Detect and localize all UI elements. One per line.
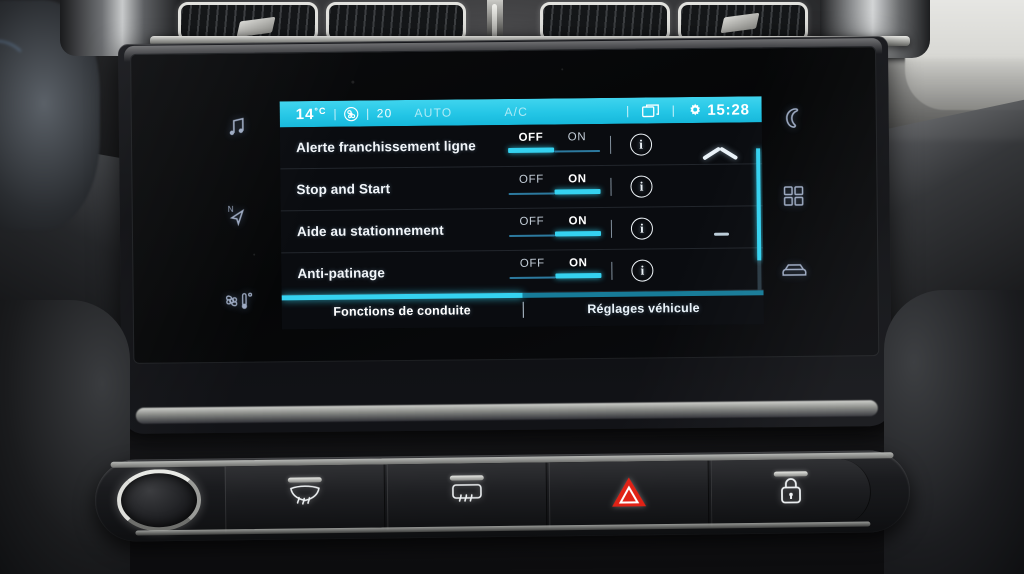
option-on-bar [554, 230, 602, 237]
vent-blade [720, 12, 760, 34]
option-on-label: ON [568, 215, 588, 228]
vent-blade [236, 16, 276, 38]
option-on-label: ON [568, 173, 587, 186]
glass-speck [351, 80, 355, 84]
option-off[interactable]: OFF [508, 131, 555, 153]
info-icon[interactable]: i [629, 133, 653, 156]
chevron-up-icon[interactable] [703, 157, 737, 174]
option-off-bar [508, 192, 555, 195]
apps-grid-icon[interactable] [781, 183, 805, 212]
status-separator: | [366, 106, 370, 121]
tab-vehicle-settings[interactable]: Réglages véhicule [523, 300, 764, 317]
console-side-right [884, 290, 1024, 574]
ac-label[interactable]: A/C [504, 105, 528, 119]
option-off-label: OFF [519, 215, 545, 228]
row-divider [610, 177, 612, 196]
option-on[interactable]: ON [554, 173, 601, 195]
option-on[interactable]: ON [554, 131, 601, 153]
gear-icon[interactable] [687, 102, 702, 117]
svg-text:N: N [228, 204, 234, 213]
toggle-lane-departure[interactable]: OFF ON [508, 131, 601, 153]
infotainment-head-unit: N 14°C | | 20 AUTO A/C | | 15:28 Alerte … [117, 35, 893, 435]
row-divider [610, 219, 613, 238]
fan-icon[interactable] [344, 106, 359, 121]
option-on-bar [555, 272, 602, 279]
status-separator: | [333, 106, 338, 121]
toggle-stop-and-start[interactable]: OFF ON [508, 173, 601, 195]
rotary-volume-knob[interactable] [116, 468, 202, 532]
option-off-label: OFF [518, 173, 544, 186]
option-off-label: OFF [518, 131, 544, 144]
scroll-indicator-icon [713, 232, 729, 236]
toggle-traction-control[interactable]: OFF ON [509, 257, 602, 279]
front-defrost-button[interactable] [224, 464, 386, 533]
row-label: Aide au stationnement [296, 222, 444, 240]
status-separator: | [671, 103, 676, 118]
rear-defrost-icon [450, 481, 484, 512]
row-divider [609, 135, 612, 154]
option-off[interactable]: OFF [509, 257, 556, 279]
bottom-tab-bar: Fonctions de conduite Réglages véhicule [281, 290, 764, 330]
hardware-button-bank [94, 450, 911, 542]
head-unit-chrome-lip [135, 400, 878, 424]
temperature-display[interactable]: 14°C [280, 105, 327, 122]
row-label: Anti-patinage [297, 265, 386, 282]
right-icon-column [766, 106, 822, 287]
row-divider [611, 261, 613, 280]
tab-driving-functions[interactable]: Fonctions de conduite [282, 303, 523, 320]
settings-list: Alerte franchissement ligne OFF ON i Sto… [279, 122, 764, 317]
tab-separator [522, 301, 524, 318]
clock-display: 15:28 [707, 100, 750, 119]
row-label: Stop and Start [296, 181, 391, 198]
option-on-label: ON [567, 131, 587, 144]
option-off-bar [508, 234, 556, 237]
fan-speed-value[interactable]: 20 [377, 106, 393, 120]
screen-glass-panel: N 14°C | | 20 AUTO A/C | | 15:28 Alerte … [130, 46, 880, 364]
hazard-triangle-icon [610, 475, 648, 514]
dashboard-scene: N 14°C | | 20 AUTO A/C | | 15:28 Alerte … [0, 0, 1024, 574]
option-off[interactable]: OFF [508, 173, 555, 195]
option-off-label: OFF [519, 257, 545, 270]
central-locking-button[interactable] [710, 458, 872, 527]
option-on-label: ON [569, 257, 588, 270]
car-icon[interactable] [779, 261, 809, 286]
status-separator: | [626, 103, 630, 118]
auto-label[interactable]: AUTO [414, 106, 452, 120]
navigation-arrow-icon[interactable]: N [225, 202, 251, 233]
music-note-icon[interactable] [225, 116, 249, 145]
rear-defrost-button[interactable] [386, 462, 548, 531]
option-on[interactable]: ON [555, 257, 602, 279]
option-on-bar [554, 149, 601, 153]
toggle-parking-assist[interactable]: OFF ON [508, 215, 602, 237]
left-icon-column: N [210, 116, 266, 317]
glass-speck [561, 68, 564, 71]
row-label: Alerte franchissement ligne [295, 138, 476, 156]
option-off-bar [508, 147, 555, 153]
info-icon[interactable]: i [630, 175, 653, 198]
windows-icon[interactable] [642, 103, 660, 118]
option-off[interactable]: OFF [508, 215, 556, 237]
front-defrost-icon [288, 483, 322, 514]
info-icon[interactable]: i [630, 217, 654, 240]
option-on-bar [554, 188, 601, 195]
lock-icon [778, 475, 804, 510]
option-on[interactable]: ON [554, 215, 602, 237]
hazard-lights-button[interactable] [548, 460, 710, 529]
info-icon[interactable]: i [631, 259, 654, 282]
option-off-bar [509, 276, 556, 279]
phone-icon[interactable] [782, 106, 804, 135]
lcd-screen: 14°C | | 20 AUTO A/C | | 15:28 Alerte fr… [279, 96, 764, 330]
climate-fan-thermometer-icon[interactable] [224, 291, 254, 316]
